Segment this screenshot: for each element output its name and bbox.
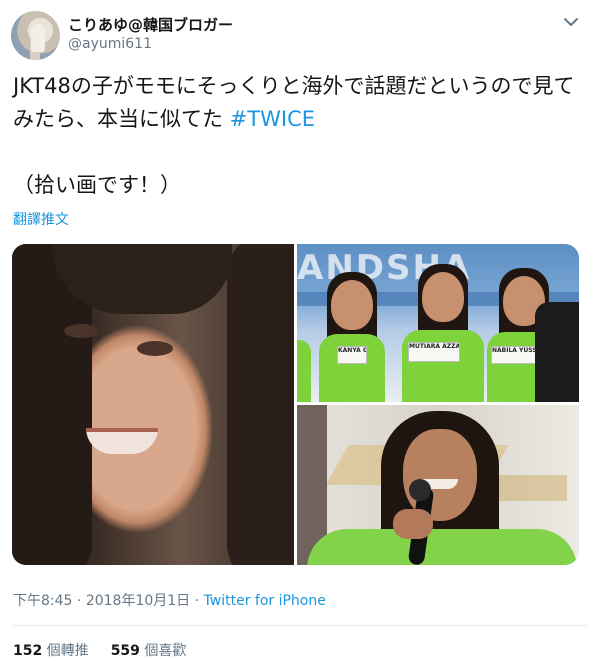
face-shape	[422, 272, 464, 322]
green-shirt	[307, 529, 577, 565]
tweet-time[interactable]: 下午8:45	[13, 593, 72, 609]
meta-separator: ·	[190, 593, 204, 609]
photo-closeup[interactable]	[12, 244, 294, 565]
avatar-figure	[31, 24, 45, 52]
retweets-label: 個轉推	[42, 643, 89, 659]
face-shape	[331, 280, 373, 330]
avatar[interactable]	[11, 11, 60, 60]
divider	[13, 625, 588, 626]
name-tag: KANYA GAYA	[337, 346, 367, 364]
chevron-down-icon[interactable]	[562, 15, 580, 29]
tweet-stats: 152 個轉推 559 個喜歡	[13, 640, 186, 660]
display-name[interactable]: こりあゆ@韓国ブロガー	[68, 14, 233, 35]
retweets-stat[interactable]: 152 個轉推	[13, 643, 89, 659]
tweet-text: JKT48の子がモモにそっくりと海外で話題だというので見てみたら、本当に似てた …	[13, 70, 588, 202]
hashtag-link[interactable]: #TWICE	[230, 107, 315, 131]
likes-label: 個喜歡	[139, 643, 187, 659]
photo-mic[interactable]	[297, 405, 579, 565]
member-figure: MUTIARA AZZAHRA U	[402, 264, 484, 402]
tweet-note: （拾い画です！）	[13, 173, 181, 197]
eye-shape	[137, 341, 173, 356]
tweet-card: こりあゆ@韓国ブロガー @ayumi611 JKT48の子がモモにそっくりと海外…	[0, 0, 600, 661]
hair-shape	[227, 244, 294, 565]
eye-shape	[64, 324, 98, 338]
backdrop-stripe	[487, 475, 567, 501]
name-tag: MUTIARA AZZAHRA U	[408, 342, 460, 362]
media-grid: ANDSHA KANYA GAYA MUTIARA AZZAHRA U	[12, 244, 579, 565]
microphone-head	[409, 479, 431, 501]
likes-count: 559	[110, 643, 140, 659]
meta-separator: ·	[72, 593, 86, 609]
likes-stat[interactable]: 559 個喜歡	[111, 643, 187, 659]
retweets-count: 152	[13, 643, 43, 659]
tweet-source-link[interactable]: Twitter for iPhone	[204, 593, 326, 609]
tweet-meta: 下午8:45 · 2018年10月1日 · Twitter for iPhone	[13, 590, 326, 610]
green-shirt	[319, 334, 385, 402]
face-shape	[403, 429, 477, 521]
tweet-date[interactable]: 2018年10月1日	[86, 593, 190, 609]
user-handle[interactable]: @ayumi611	[68, 36, 152, 52]
member-figure: KANYA GAYA	[317, 272, 387, 402]
hand-shape	[393, 509, 433, 539]
green-shirt	[402, 330, 484, 402]
green-shirt	[297, 340, 311, 402]
photo-group[interactable]: ANDSHA KANYA GAYA MUTIARA AZZAHRA U	[297, 244, 579, 402]
camera-shape	[535, 302, 579, 402]
mouth-shape	[86, 428, 158, 454]
member-figure	[297, 282, 311, 402]
translate-tweet-link[interactable]: 翻譯推文	[13, 209, 69, 229]
